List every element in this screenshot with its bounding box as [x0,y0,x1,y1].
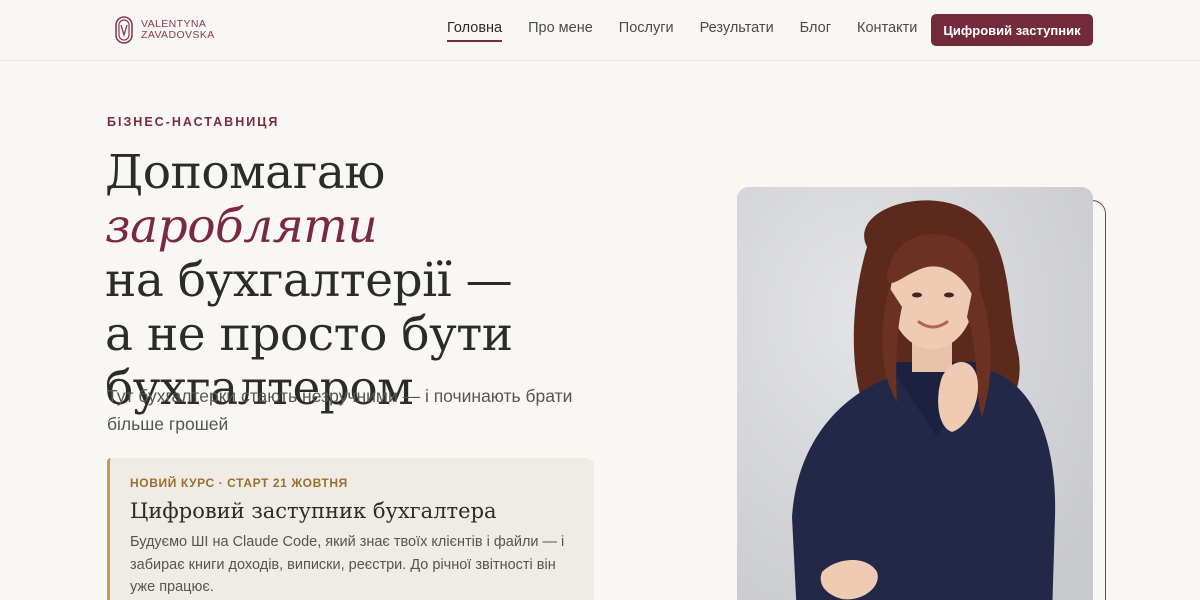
nav-item-blog[interactable]: Блог [800,20,831,42]
course-card[interactable]: НОВИЙ КУРС · СТАРТ 21 ЖОВТНЯ Цифровий за… [107,458,594,600]
digital-assistant-button[interactable]: Цифровий заступник [931,14,1093,46]
course-title: Цифровий заступник бухгалтера [130,499,497,523]
headline-line2: на бухгалтерії — [105,253,513,308]
brand-name: VALENTYNA ZAVADOVSKA [141,19,215,41]
nav-item-contacts[interactable]: Контакти [857,20,917,42]
site-header: VALENTYNA ZAVADOVSKA Головна Про мене По… [0,0,1200,61]
portrait-photo [737,187,1093,600]
course-description: Будуємо ШІ на Claude Code, який знає тво… [130,534,565,595]
headline-line3: а не просто бути [105,307,513,362]
headline-part1: Допомагаю [105,145,385,200]
nav-item-services[interactable]: Послуги [619,20,674,42]
brand-name-line2: ZAVADOVSKA [141,29,215,41]
nav-item-about[interactable]: Про мене [528,20,593,42]
hero-lead: Тут бухгалтерки стають незручними — і по… [107,386,573,434]
hero-headline: Допомагаю заробляти на бухгалтерії — а н… [105,146,665,416]
monogram-icon [115,16,133,44]
portrait-illustration [737,187,1093,600]
brand-logo[interactable]: VALENTYNA ZAVADOVSKA [114,16,215,44]
nav-item-results[interactable]: Результати [700,20,774,42]
headline-accent: заробляти [105,199,378,254]
course-tag: НОВИЙ КУРС · СТАРТ 21 ЖОВТНЯ [130,476,348,490]
hero-eyebrow: БІЗНЕС-НАСТАВНИЦЯ [107,115,280,129]
nav-item-home[interactable]: Головна [447,20,503,42]
main-nav: Головна Про мене Послуги Результати Блог… [447,20,917,42]
